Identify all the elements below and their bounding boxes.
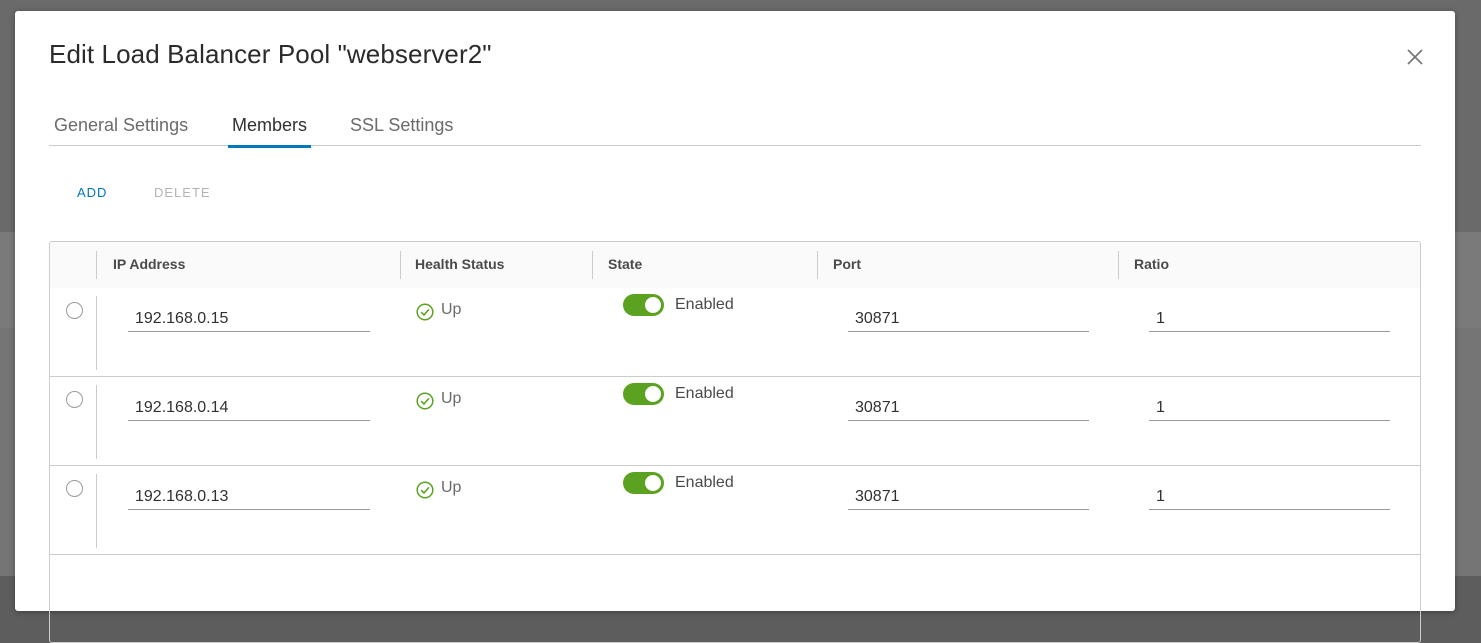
ip-address-input[interactable]	[128, 395, 370, 421]
state-label: Enabled	[675, 385, 734, 402]
column-separator[interactable]	[400, 251, 401, 279]
toggle-knob	[645, 297, 661, 313]
column-header-state[interactable]: State	[608, 242, 642, 288]
grid-header: IP Address Health Status State Port Rati…	[50, 242, 1420, 289]
close-button[interactable]	[1403, 45, 1427, 69]
row-select-radio[interactable]	[66, 391, 83, 408]
column-header-port[interactable]: Port	[833, 242, 861, 288]
table-row: Up Enabled	[50, 377, 1420, 466]
edit-pool-dialog: Edit Load Balancer Pool "webserver2" Gen…	[15, 11, 1455, 643]
column-header-ratio[interactable]: Ratio	[1134, 242, 1169, 288]
column-separator[interactable]	[592, 251, 593, 279]
row-separator	[96, 296, 97, 370]
check-circle-icon	[416, 392, 434, 410]
state-toggle[interactable]	[623, 294, 664, 316]
dialog-title: Edit Load Balancer Pool "webserver2"	[49, 39, 492, 69]
check-circle-icon	[416, 303, 434, 321]
table-row: Up Enabled	[50, 466, 1420, 555]
ratio-input[interactable]	[1149, 395, 1390, 421]
ratio-input[interactable]	[1149, 306, 1390, 332]
tab-ssl-settings[interactable]: SSL Settings	[346, 115, 457, 145]
tab-bar: General Settings Members SSL Settings	[49, 99, 1421, 148]
ratio-input[interactable]	[1149, 484, 1390, 510]
row-separator	[96, 385, 97, 459]
ip-address-input[interactable]	[128, 484, 370, 510]
add-button[interactable]: ADD	[77, 185, 107, 200]
health-status-label: Up	[441, 390, 462, 407]
members-grid: IP Address Health Status State Port Rati…	[49, 241, 1421, 643]
health-status-label: Up	[441, 301, 462, 318]
check-circle-icon	[416, 481, 434, 499]
column-separator[interactable]	[96, 251, 97, 279]
state-label: Enabled	[675, 296, 734, 313]
row-select-radio[interactable]	[66, 302, 83, 319]
row-separator	[96, 474, 97, 548]
row-select-radio[interactable]	[66, 480, 83, 497]
port-input[interactable]	[848, 306, 1089, 332]
port-input[interactable]	[848, 395, 1089, 421]
state-toggle[interactable]	[623, 383, 664, 405]
table-row: Up Enabled	[50, 288, 1420, 377]
health-status-label: Up	[441, 479, 462, 496]
toggle-knob	[645, 475, 661, 491]
tab-general-settings[interactable]: General Settings	[50, 115, 192, 145]
ip-address-input[interactable]	[128, 306, 370, 332]
column-header-ip-address[interactable]: IP Address	[113, 242, 185, 288]
column-separator[interactable]	[817, 251, 818, 279]
port-input[interactable]	[848, 484, 1089, 510]
delete-button[interactable]: DELETE	[154, 185, 211, 200]
state-label: Enabled	[675, 474, 734, 491]
close-icon	[1407, 49, 1423, 65]
state-toggle[interactable]	[623, 472, 664, 494]
column-header-health-status[interactable]: Health Status	[415, 242, 504, 288]
toggle-knob	[645, 386, 661, 402]
column-separator[interactable]	[1118, 251, 1119, 279]
tab-members[interactable]: Members	[228, 115, 312, 148]
